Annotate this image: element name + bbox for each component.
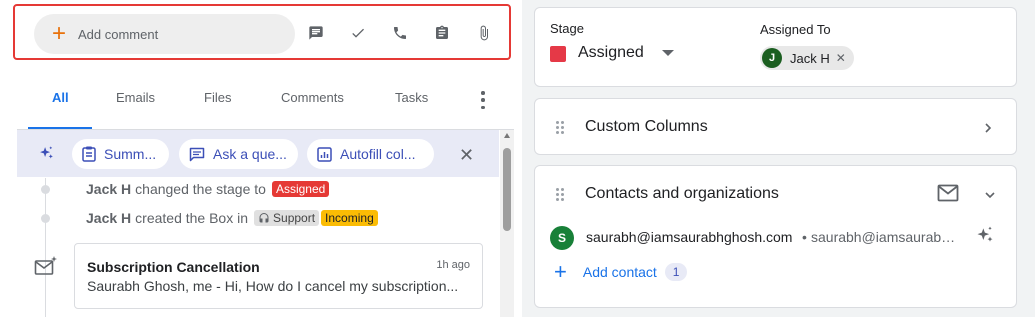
plus-icon: + xyxy=(554,259,567,284)
timeline-event-stage-change: Jack H changed the stage to Assigned xyxy=(86,181,330,197)
clipboard-icon[interactable] xyxy=(433,24,451,42)
headset-icon xyxy=(259,213,269,223)
mail-sparkle-icon xyxy=(34,256,58,281)
attachment-icon[interactable] xyxy=(475,24,493,42)
tab-tasks[interactable]: Tasks xyxy=(395,90,428,105)
add-contact-label: Add contact xyxy=(582,264,657,280)
ai-suggestions-bar: Summ... Ask a que... Autofill col... ✕ xyxy=(17,130,499,177)
comment-icon[interactable] xyxy=(307,24,325,42)
contact-secondary-email: saurabh@iamsaurabhghosh.com xyxy=(811,229,960,245)
custom-columns-card[interactable]: Custom Columns xyxy=(534,98,1017,155)
stage-label: Stage xyxy=(550,21,584,36)
chevron-right-icon[interactable] xyxy=(982,121,994,139)
tab-all[interactable]: All xyxy=(52,90,69,105)
drag-handle-icon[interactable] xyxy=(556,121,564,134)
contact-count-badge: 1 xyxy=(664,263,688,281)
activity-panel: + Add comment All Emails Files Comments … xyxy=(0,0,522,317)
email-subject: Subscription Cancellation xyxy=(87,259,260,275)
tab-comments[interactable]: Comments xyxy=(281,90,344,105)
ask-question-chip-label: Ask a que... xyxy=(213,146,287,162)
chevron-down-icon[interactable] xyxy=(984,188,996,206)
activity-tabs: All Emails Files Comments Tasks xyxy=(28,80,514,130)
more-vert-icon[interactable] xyxy=(478,90,488,110)
contact-email[interactable]: saurabh@iamsaurabhghosh.com xyxy=(586,229,792,245)
event-text: created the Box in xyxy=(135,210,249,226)
stage-dropdown[interactable]: Assigned xyxy=(578,44,644,62)
stage-tag: Assigned xyxy=(271,181,330,197)
sparkle-icon xyxy=(38,145,55,167)
plus-icon: + xyxy=(51,20,66,47)
email-thread-card[interactable]: Subscription Cancellation 1h ago Saurabh… xyxy=(74,243,483,309)
scrollbar-thumb[interactable] xyxy=(503,148,511,231)
mail-icon[interactable] xyxy=(937,184,959,207)
scroll-up-arrow[interactable] xyxy=(504,133,510,138)
remove-assignee-icon[interactable]: ✕ xyxy=(836,51,846,65)
tab-emails[interactable]: Emails xyxy=(116,90,155,105)
summarize-chip-label: Summ... xyxy=(104,146,157,162)
autofill-columns-chip[interactable]: Autofill col... xyxy=(307,139,434,169)
contacts-title: Contacts and organizations xyxy=(585,185,779,202)
event-actor: Jack H xyxy=(86,181,132,197)
summarize-chip[interactable]: Summ... xyxy=(72,139,169,169)
assignee-chip[interactable]: J Jack H ✕ xyxy=(760,46,854,70)
timeline-event-created: Jack H created the Box in Support Incomi… xyxy=(86,210,378,226)
phone-icon[interactable] xyxy=(391,24,409,42)
drag-handle-icon[interactable] xyxy=(556,188,564,201)
timeline-dot xyxy=(41,214,50,223)
event-actor: Jack H xyxy=(86,210,132,226)
assigned-to-label: Assigned To xyxy=(760,22,831,37)
incoming-tag: Incoming xyxy=(321,210,378,226)
separator: • xyxy=(802,229,807,245)
add-comment-button[interactable]: + Add comment xyxy=(34,14,295,54)
avatar: S xyxy=(550,226,574,250)
check-icon[interactable] xyxy=(349,24,367,42)
dropdown-caret-icon[interactable] xyxy=(662,50,674,56)
chat-icon xyxy=(189,147,205,162)
ask-question-chip[interactable]: Ask a que... xyxy=(179,139,298,169)
stage-card: Stage Assigned Assigned To J Jack H ✕ xyxy=(534,7,1017,87)
timeline-line xyxy=(45,178,46,317)
comment-composer: + Add comment xyxy=(13,4,511,60)
summary-icon xyxy=(82,146,96,162)
event-text: changed the stage to xyxy=(135,181,266,197)
tab-files[interactable]: Files xyxy=(204,90,231,105)
pipeline-tag: Support xyxy=(254,210,320,226)
add-contact-button[interactable]: + Add contact 1 xyxy=(554,259,688,284)
close-icon[interactable]: ✕ xyxy=(459,146,474,164)
avatar: J xyxy=(762,48,782,68)
sparkle-icon[interactable] xyxy=(975,225,995,250)
pipeline-tag-label: Support xyxy=(273,211,316,225)
contacts-card: Contacts and organizations S saurabh@iam… xyxy=(534,165,1017,308)
email-time: 1h ago xyxy=(436,259,470,271)
autofill-icon xyxy=(317,146,332,162)
add-comment-label: Add comment xyxy=(78,26,159,42)
email-snippet: Saurabh Ghosh, me - Hi, How do I cancel … xyxy=(87,278,459,294)
assignee-name: Jack H xyxy=(790,50,830,66)
stage-color-swatch xyxy=(550,46,566,62)
autofill-columns-chip-label: Autofill col... xyxy=(340,146,416,162)
custom-columns-title: Custom Columns xyxy=(585,118,708,135)
timeline-dot xyxy=(41,185,50,194)
